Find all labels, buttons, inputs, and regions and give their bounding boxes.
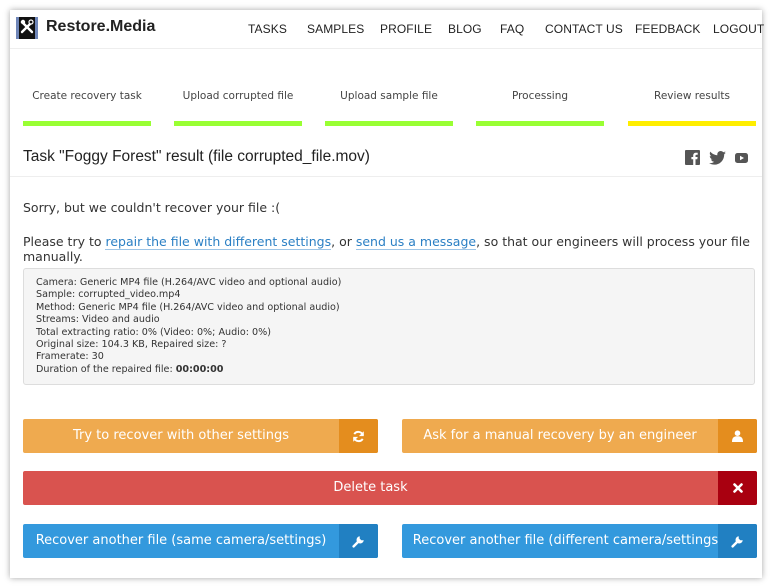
step-review-results: Review results: [654, 90, 730, 102]
info-duration: Duration of the repaired file: 00:00:00: [36, 364, 742, 376]
step-progress-bar-current: [628, 121, 756, 126]
nav-contact-us[interactable]: CONTACT US: [545, 22, 623, 36]
nav-tasks[interactable]: TASKS: [248, 22, 287, 36]
nav-faq[interactable]: FAQ: [500, 22, 524, 36]
wrench-icon: [718, 524, 757, 558]
duration-label: Duration of the repaired file:: [36, 363, 176, 375]
retry-label: Try to recover with other settings: [72, 428, 290, 443]
step-create-task: Create recovery task: [32, 90, 142, 102]
info-framerate: Framerate: 30: [36, 351, 104, 363]
nav-profile[interactable]: PROFILE: [380, 22, 432, 36]
info-ratio: Total extracting ratio: 0% (Video: 0%; A…: [36, 326, 271, 338]
suggestion-prefix: Please try to: [23, 234, 106, 249]
nav-feedback[interactable]: FEEDBACK: [635, 22, 700, 36]
brand-name[interactable]: Restore.Media: [46, 18, 155, 36]
info-streams: Streams: Video and audio: [36, 314, 160, 326]
step-progress-bar: [325, 121, 453, 126]
page-frame: Restore.Media TASKS SAMPLES PROFILE BLOG…: [10, 10, 764, 578]
recover-different-settings-button[interactable]: Recover another file (different camera/s…: [402, 524, 757, 558]
manual-recovery-button[interactable]: Ask for a manual recovery by an engineer: [402, 419, 757, 453]
delete-task-label: Delete task: [333, 480, 408, 495]
top-navbar: Restore.Media TASKS SAMPLES PROFILE BLOG…: [10, 10, 764, 49]
recover-same-settings-button[interactable]: Recover another file (same camera/settin…: [23, 524, 378, 558]
step-upload-sample: Upload sample file: [340, 90, 438, 102]
nav-logout[interactable]: LOGOUT: [713, 22, 764, 36]
info-sizes: Original size: 104.3 KB, Repaired size: …: [36, 339, 227, 351]
page-title: Task "Foggy Forest" result (file corrupt…: [23, 148, 370, 165]
nav-samples[interactable]: SAMPLES: [307, 22, 364, 36]
wrench-icon: [339, 524, 378, 558]
twitter-icon[interactable]: [709, 151, 726, 165]
info-sample: Sample: corrupted_video.mp4: [36, 289, 181, 301]
step-progress-bar: [174, 121, 302, 126]
film-tools-icon[interactable]: [16, 17, 38, 39]
step-processing: Processing: [511, 90, 569, 102]
step-upload-corrupted: Upload corrupted file: [182, 90, 294, 102]
info-camera: Camera: Generic MP4 file (H.264/AVC vide…: [36, 277, 342, 288]
step-progress-bar: [23, 121, 151, 126]
delete-task-button[interactable]: Delete task: [23, 471, 757, 505]
duration-value: 00:00:00: [175, 363, 224, 375]
suggestion-message: Please try to repair the file with diffe…: [23, 234, 762, 264]
info-method: Method: Generic MP4 file (H.264/AVC vide…: [36, 301, 340, 313]
recovery-info-box: Camera: Generic MP4 file (H.264/AVC vide…: [23, 268, 755, 385]
manual-recovery-label: Ask for a manual recovery by an engineer: [423, 428, 697, 443]
step-progress-bar: [476, 121, 604, 126]
user-icon: [718, 419, 757, 453]
task-title-bar: Task "Foggy Forest" result (file corrupt…: [10, 138, 762, 177]
recover-same-label: Recover another file (same camera/settin…: [35, 533, 327, 548]
retry-other-settings-button[interactable]: Try to recover with other settings: [23, 419, 378, 453]
youtube-icon[interactable]: [735, 153, 748, 163]
facebook-icon[interactable]: [685, 150, 700, 165]
repair-different-settings-link[interactable]: repair the file with different settings: [105, 234, 332, 250]
refresh-icon: [339, 419, 378, 453]
failure-message: Sorry, but we couldn't recover your file…: [23, 200, 281, 215]
close-icon: [718, 471, 757, 505]
suggestion-middle: , or: [331, 234, 356, 249]
recover-different-label: Recover another file (different camera/s…: [412, 533, 724, 548]
send-message-link[interactable]: send us a message: [355, 234, 477, 250]
nav-blog[interactable]: BLOG: [448, 22, 482, 36]
